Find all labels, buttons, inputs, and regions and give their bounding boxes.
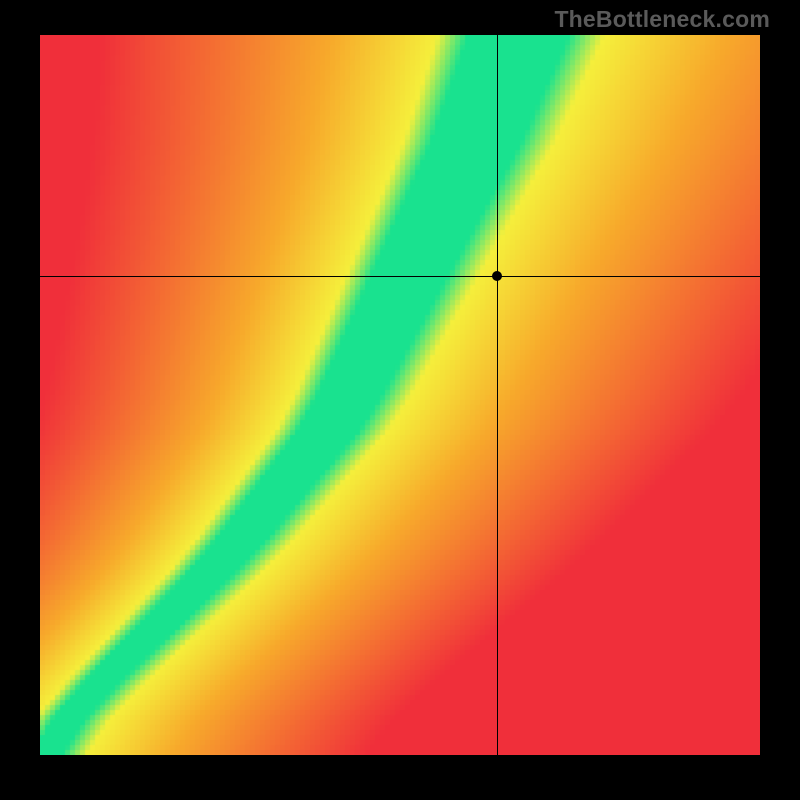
heatmap-canvas	[40, 35, 760, 755]
app-frame: TheBottleneck.com	[0, 0, 800, 800]
crosshair-horizontal	[40, 276, 760, 277]
watermark-text: TheBottleneck.com	[554, 6, 770, 33]
crosshair-vertical	[497, 35, 498, 755]
bottleneck-heatmap	[40, 35, 760, 755]
